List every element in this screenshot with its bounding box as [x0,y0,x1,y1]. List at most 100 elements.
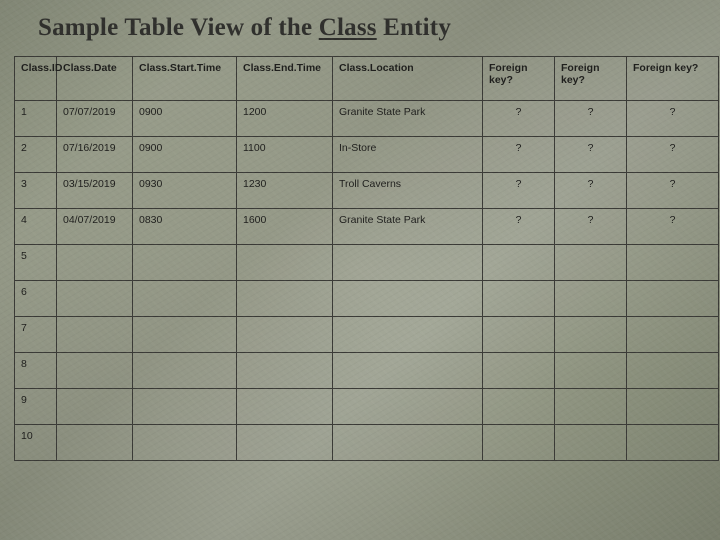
cell-foreign-key-3: ? [627,101,719,137]
table-row: 9 [15,389,719,425]
cell-class-date [57,281,133,317]
cell-class-date: 07/16/2019 [57,137,133,173]
cell-foreign-key-2: ? [555,137,627,173]
cell-class-start-time [133,425,237,461]
table-row: 6 [15,281,719,317]
cell-class-start-time [133,281,237,317]
table-row: 404/07/201908301600Granite State Park??? [15,209,719,245]
cell-class-date [57,317,133,353]
cell-class-start-time: 0900 [133,101,237,137]
cell-foreign-key-1 [483,425,555,461]
cell-class-location [333,353,483,389]
cell-foreign-key-3: ? [627,209,719,245]
cell-foreign-key-2: ? [555,173,627,209]
cell-class-id: 9 [15,389,57,425]
col-class-id: Class.ID [15,57,57,101]
cell-class-end-time [237,245,333,281]
cell-class-date [57,245,133,281]
col-class-end-time: Class.End.Time [237,57,333,101]
cell-class-start-time [133,353,237,389]
table-row: 5 [15,245,719,281]
cell-class-start-time [133,317,237,353]
cell-class-end-time: 1230 [237,173,333,209]
cell-class-date [57,425,133,461]
cell-foreign-key-3 [627,281,719,317]
cell-foreign-key-1: ? [483,101,555,137]
cell-class-location: Troll Caverns [333,173,483,209]
cell-foreign-key-3 [627,353,719,389]
cell-foreign-key-2 [555,353,627,389]
cell-foreign-key-2 [555,317,627,353]
table-row: 107/07/201909001200Granite State Park??? [15,101,719,137]
title-prefix: Sample Table View of the [38,14,319,41]
cell-foreign-key-1: ? [483,137,555,173]
cell-foreign-key-2: ? [555,209,627,245]
cell-class-end-time [237,389,333,425]
col-class-date: Class.Date [57,57,133,101]
cell-foreign-key-1: ? [483,209,555,245]
cell-foreign-key-1 [483,281,555,317]
cell-class-end-time: 1600 [237,209,333,245]
cell-foreign-key-1 [483,353,555,389]
cell-class-location [333,317,483,353]
cell-foreign-key-3 [627,245,719,281]
cell-class-location [333,425,483,461]
title-entity: Class [319,14,377,41]
cell-class-id: 2 [15,137,57,173]
cell-foreign-key-2: ? [555,101,627,137]
cell-foreign-key-3 [627,389,719,425]
cell-class-id: 3 [15,173,57,209]
cell-class-start-time: 0900 [133,137,237,173]
cell-class-start-time [133,245,237,281]
cell-class-end-time [237,353,333,389]
cell-class-id: 5 [15,245,57,281]
cell-class-end-time [237,425,333,461]
table-row: 303/15/201909301230Troll Caverns??? [15,173,719,209]
cell-foreign-key-1: ? [483,173,555,209]
cell-class-id: 7 [15,317,57,353]
cell-class-end-time [237,281,333,317]
cell-foreign-key-3: ? [627,173,719,209]
table-row: 7 [15,317,719,353]
title-suffix: Entity [377,14,451,41]
cell-class-start-time [133,389,237,425]
col-class-start-time: Class.Start.Time [133,57,237,101]
cell-class-id: 8 [15,353,57,389]
cell-class-end-time: 1100 [237,137,333,173]
cell-foreign-key-2 [555,245,627,281]
col-foreign-key-3: Foreign key? [627,57,719,101]
cell-class-location [333,389,483,425]
table-row: 8 [15,353,719,389]
cell-foreign-key-3: ? [627,137,719,173]
cell-foreign-key-2 [555,281,627,317]
cell-class-date: 03/15/2019 [57,173,133,209]
cell-class-start-time: 0930 [133,173,237,209]
cell-class-start-time: 0830 [133,209,237,245]
table-row: 10 [15,425,719,461]
col-foreign-key-1: Foreign key? [483,57,555,101]
table-container: Class.ID Class.Date Class.Start.Time Cla… [0,46,720,461]
cell-foreign-key-3 [627,317,719,353]
table-row: 207/16/201909001100In-Store??? [15,137,719,173]
cell-foreign-key-2 [555,389,627,425]
cell-class-location [333,245,483,281]
cell-class-end-time: 1200 [237,101,333,137]
cell-class-id: 4 [15,209,57,245]
cell-class-date [57,353,133,389]
cell-class-date: 04/07/2019 [57,209,133,245]
cell-foreign-key-2 [555,425,627,461]
cell-foreign-key-1 [483,317,555,353]
cell-foreign-key-1 [483,245,555,281]
page-title: Sample Table View of the Class Entity [0,0,720,46]
cell-class-id: 6 [15,281,57,317]
cell-class-date: 07/07/2019 [57,101,133,137]
cell-class-id: 10 [15,425,57,461]
col-class-location: Class.Location [333,57,483,101]
cell-foreign-key-1 [483,389,555,425]
cell-class-location: Granite State Park [333,101,483,137]
cell-class-end-time [237,317,333,353]
class-entity-table: Class.ID Class.Date Class.Start.Time Cla… [14,56,719,461]
table-header-row: Class.ID Class.Date Class.Start.Time Cla… [15,57,719,101]
col-foreign-key-2: Foreign key? [555,57,627,101]
cell-class-location [333,281,483,317]
